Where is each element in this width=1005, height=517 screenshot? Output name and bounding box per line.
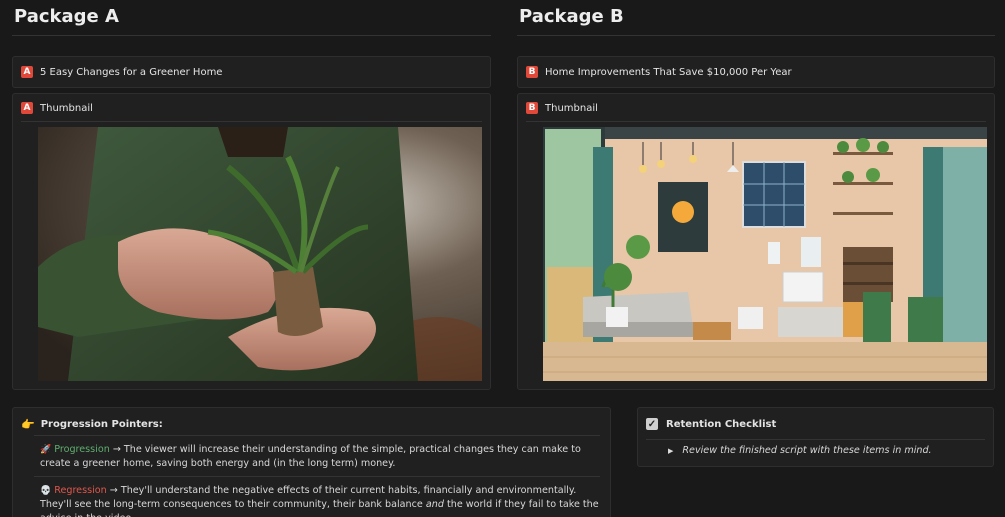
- package-b-title: Package B: [519, 6, 624, 27]
- retention-item-text: Review the finished script with these it…: [682, 445, 932, 456]
- package-b-video-title-block[interactable]: B Home Improvements That Save $10,000 Pe…: [517, 56, 995, 88]
- retention-checklist-header: Retention Checklist: [666, 418, 777, 430]
- package-a-video-title-block[interactable]: A 5 Easy Changes for a Greener Home: [12, 56, 491, 88]
- letter-b-icon: B: [526, 102, 538, 114]
- package-b-thumbnail-card[interactable]: B Thumbnail: [517, 93, 995, 390]
- package-a-thumbnail-card[interactable]: A Thumbnail: [12, 93, 491, 390]
- package-b-video-title: Home Improvements That Save $10,000 Per …: [545, 66, 792, 78]
- letter-a-icon: A: [21, 102, 33, 114]
- progression-text: → The viewer will increase their underst…: [40, 444, 581, 469]
- toggle-triangle-icon[interactable]: ▶: [668, 447, 673, 455]
- callout-divider: [34, 435, 600, 436]
- callout-divider: [34, 476, 600, 477]
- progression-paragraph[interactable]: 🚀 Progression → The viewer will increase …: [40, 443, 600, 471]
- package-a-thumbnail-image[interactable]: [38, 127, 482, 381]
- regression-text-and: and: [425, 499, 444, 510]
- progression-label: Progression: [54, 444, 110, 455]
- package-a-title: Package A: [14, 6, 119, 27]
- eco-living-room-illustration: [543, 127, 987, 381]
- progression-pointers-header: Progression Pointers:: [40, 419, 163, 430]
- retention-toggle-item[interactable]: ▶ Review the finished script with these …: [668, 445, 932, 456]
- regression-paragraph[interactable]: 💀 Regression → They'll understand the neg…: [40, 484, 600, 517]
- package-b-thumbnail-image[interactable]: [543, 127, 987, 381]
- letter-b-icon: B: [526, 66, 538, 78]
- progression-pointers-callout[interactable]: 👉 Progression Pointers: 🚀 Progression → T…: [12, 407, 611, 517]
- package-a-thumbnail-label: Thumbnail: [40, 102, 93, 114]
- package-a-divider: [12, 35, 491, 36]
- thumbnail-divider: [21, 121, 482, 122]
- checkbox-checked-icon[interactable]: ✓: [646, 418, 658, 430]
- package-a-video-title: 5 Easy Changes for a Greener Home: [40, 66, 223, 78]
- package-b-thumbnail-label: Thumbnail: [545, 102, 598, 114]
- package-b-divider: [517, 35, 995, 36]
- skull-icon: 💀: [40, 486, 52, 496]
- rocket-icon: 🚀: [40, 445, 52, 455]
- callout-divider: [646, 439, 985, 440]
- hands-holding-plant-image: [38, 127, 482, 381]
- letter-a-icon: A: [21, 66, 33, 78]
- pointing-hand-icon: 👉: [21, 419, 35, 431]
- regression-label: Regression: [54, 485, 107, 496]
- retention-checklist-callout[interactable]: ✓ Retention Checklist ▶ Review the finis…: [637, 407, 994, 467]
- thumbnail-divider: [526, 121, 986, 122]
